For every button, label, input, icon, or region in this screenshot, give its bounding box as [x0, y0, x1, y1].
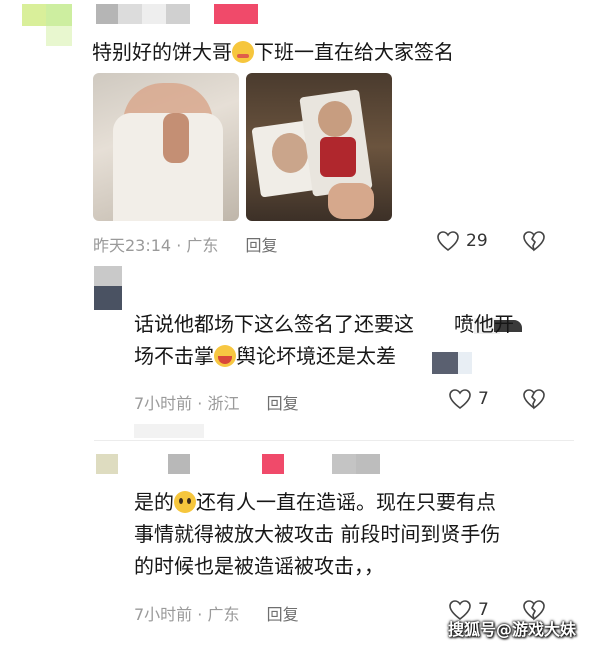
divider-mosaic [134, 424, 204, 438]
broken-heart-icon [523, 231, 545, 252]
like-button[interactable] [448, 388, 472, 414]
meta-separator: · [197, 605, 203, 624]
emoji-plead-icon [174, 491, 196, 513]
comment-text: 是的 还有人一直在造谣。现在只要有点 事情就得被放大被攻击 前段时间到贤手伤 的时… [134, 486, 574, 582]
comment-meta: 7小时前 · 广东 回复 [134, 601, 299, 625]
heart-icon [449, 389, 471, 410]
comment-text-part: 喷他开 [454, 312, 514, 336]
comment-meta: 昨天23:14 · 广东 回复 [93, 232, 278, 256]
comment-location: 广东 [186, 236, 219, 255]
heart-icon [437, 231, 459, 252]
emoji-blush-icon [232, 41, 254, 63]
comment-photo-2[interactable] [246, 73, 392, 221]
comment-text-line: 事情就得被放大被攻击 前段时间到贤手伤 [134, 522, 501, 546]
comment-location: 广东 [207, 605, 240, 624]
like-button[interactable] [436, 230, 460, 256]
like-count: 7 [478, 389, 489, 409]
comment-location: 浙江 [207, 394, 240, 413]
comment-text-part: 还有人一直在造谣。现在只要有点 [196, 490, 496, 514]
comment-time: 7小时前 [134, 394, 193, 413]
emoji-cry-icon [214, 345, 236, 367]
comment-text-part: 特别好的饼大哥 [92, 40, 232, 64]
comment-text-part: 话说他都场下这么签名了还要这 [134, 312, 414, 336]
meta-separator: · [176, 236, 182, 255]
meta-separator: · [197, 394, 203, 413]
reply-button[interactable]: 回复 [246, 236, 278, 255]
watermark: 搜狐号@游戏大妹 [448, 620, 577, 639]
comment-text-part: 舆论坏境还是太差 [236, 344, 396, 368]
like-count: 29 [466, 231, 488, 251]
dislike-button[interactable] [522, 388, 546, 414]
comment-photo-1[interactable] [93, 73, 239, 221]
broken-heart-icon [523, 389, 545, 410]
comment-text-part: 场不击掌 [134, 344, 214, 368]
comment-text-part: 是的 [134, 490, 174, 514]
comment-time: 昨天23:14 [93, 236, 172, 255]
reply-button[interactable]: 回复 [267, 394, 299, 413]
comment-meta: 7小时前 · 浙江 回复 [134, 390, 299, 414]
comment-text-line: 的时候也是被造谣被攻击，， [134, 554, 384, 578]
reply-button[interactable]: 回复 [267, 605, 299, 624]
dislike-button[interactable] [522, 230, 546, 256]
comment-text: 特别好的饼大哥 下班一直在给大家签名 [92, 36, 454, 68]
comment-text: 话说他都场下这么签名了还要这 喷他开 场不击掌 舆论坏境还是太差 [134, 308, 554, 372]
comment-time: 7小时前 [134, 605, 193, 624]
comment-text-part: 下班一直在给大家签名 [254, 40, 454, 64]
divider [94, 440, 574, 441]
